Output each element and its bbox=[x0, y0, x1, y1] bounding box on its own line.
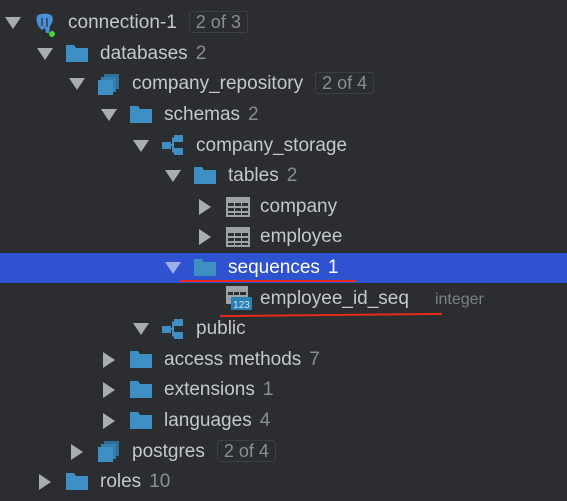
tree-node-employee-id-seq[interactable]: 123 employee_id_seq integer bbox=[0, 283, 567, 314]
tree-node-company-storage[interactable]: company_storage bbox=[0, 130, 567, 161]
tree-node-label: company_repository 2 of 4 bbox=[132, 72, 375, 95]
node-name: company_storage bbox=[196, 134, 348, 156]
expand-arrow-down-icon[interactable] bbox=[165, 262, 181, 275]
expand-arrow-right-icon[interactable] bbox=[199, 198, 211, 215]
tree-node-label: public bbox=[196, 318, 246, 340]
database-icon bbox=[98, 441, 120, 463]
folder-icon bbox=[66, 44, 88, 64]
tree-node-label: databases 2 bbox=[100, 43, 206, 65]
expand-arrow-right-icon[interactable] bbox=[103, 382, 115, 399]
expand-arrow-right-icon[interactable] bbox=[71, 443, 83, 460]
node-name: schemas bbox=[164, 104, 241, 126]
tree-node-label: employee bbox=[260, 226, 342, 248]
schema-icon bbox=[162, 318, 184, 339]
child-count: 1 bbox=[327, 257, 339, 279]
schema-count-badge[interactable]: 2 of 4 bbox=[216, 439, 276, 462]
schema-count-badge[interactable]: 2 of 4 bbox=[315, 72, 375, 95]
expand-arrow-down-icon[interactable] bbox=[133, 323, 149, 336]
schema-count-badge[interactable]: 2 of 3 bbox=[188, 11, 248, 34]
folder-icon bbox=[130, 105, 152, 125]
expand-arrow-right-icon[interactable] bbox=[199, 229, 211, 246]
annotation-underline-sequences bbox=[180, 280, 356, 282]
folder-icon bbox=[194, 258, 216, 278]
table-icon bbox=[226, 227, 250, 248]
schema-icon bbox=[162, 135, 184, 156]
database-icon bbox=[98, 74, 120, 96]
tree-node-company-repository[interactable]: company_repository 2 of 4 bbox=[0, 69, 567, 100]
tree-node-label: schemas 2 bbox=[164, 104, 259, 126]
tree-node-schemas[interactable]: schemas 2 bbox=[0, 100, 567, 131]
tree-node-label: connection-1 2 of 3 bbox=[68, 11, 248, 34]
child-count: 1 bbox=[262, 379, 274, 401]
tree-node-label: extensions 1 bbox=[164, 379, 273, 401]
node-name: roles bbox=[100, 471, 142, 493]
expand-arrow-down-icon[interactable] bbox=[165, 170, 181, 183]
tree-node-postgres[interactable]: postgres 2 of 4 bbox=[0, 436, 567, 467]
child-count: 2 bbox=[248, 104, 259, 126]
node-name: employee bbox=[260, 226, 343, 248]
node-name: connection-1 bbox=[68, 12, 177, 34]
tree-node-extensions[interactable]: extensions 1 bbox=[0, 375, 567, 406]
node-name: employee_id_seq bbox=[260, 287, 409, 309]
tree-node-label: tables 2 bbox=[228, 165, 297, 187]
expand-arrow-down-icon[interactable] bbox=[133, 139, 149, 152]
svg-text:123: 123 bbox=[233, 300, 250, 310]
child-count: 2 bbox=[195, 42, 207, 64]
tree-node-databases[interactable]: databases 2 bbox=[0, 39, 567, 70]
tree-node-company[interactable]: company bbox=[0, 192, 567, 223]
database-explorer-tree: connection-1 2 of 3 databases 2 company_repo… bbox=[0, 8, 567, 498]
tree-node-label: roles 10 bbox=[100, 471, 170, 493]
tree-node-roles[interactable]: roles 10 bbox=[0, 467, 567, 498]
expand-arrow-down-icon[interactable] bbox=[69, 78, 85, 91]
tree-node-label: company bbox=[260, 196, 337, 218]
node-name: public bbox=[196, 318, 246, 340]
folder-icon bbox=[130, 350, 152, 370]
expand-arrow-down-icon[interactable] bbox=[37, 47, 53, 60]
sequence-icon: 123 bbox=[226, 286, 252, 311]
sequence-type: integer bbox=[434, 290, 484, 308]
tree-node-label: postgres 2 of 4 bbox=[132, 439, 276, 463]
folder-icon bbox=[194, 166, 216, 186]
node-name: company_repository bbox=[132, 73, 304, 95]
node-name: access methods bbox=[164, 348, 302, 370]
expand-arrow-down-icon[interactable] bbox=[101, 109, 117, 122]
child-count: 4 bbox=[259, 410, 271, 432]
expand-arrow-down-icon[interactable] bbox=[5, 17, 21, 30]
tree-node-sequences[interactable]: sequences 1 bbox=[0, 252, 567, 284]
expand-arrow-right-icon[interactable] bbox=[39, 474, 51, 491]
tree-node-connection-1[interactable]: connection-1 2 of 3 bbox=[0, 8, 567, 39]
postgres-connection-icon bbox=[34, 13, 56, 37]
node-name: sequences bbox=[228, 257, 320, 279]
tree-node-languages[interactable]: languages 4 bbox=[0, 406, 567, 437]
tree-node-employee[interactable]: employee bbox=[0, 222, 567, 253]
folder-icon bbox=[130, 411, 152, 431]
folder-icon bbox=[130, 380, 152, 400]
tree-node-label: company_storage bbox=[196, 135, 347, 157]
tree-node-tables[interactable]: tables 2 bbox=[0, 161, 567, 192]
tree-node-label: sequences 1 bbox=[228, 257, 338, 279]
tree-node-label: access methods 7 bbox=[164, 349, 320, 371]
child-count: 2 bbox=[286, 165, 298, 187]
expand-arrow-right-icon[interactable] bbox=[103, 351, 115, 368]
node-name: languages bbox=[164, 410, 252, 432]
child-count: 7 bbox=[309, 348, 320, 370]
node-name: databases bbox=[100, 42, 188, 64]
folder-icon bbox=[66, 472, 88, 492]
table-icon bbox=[226, 196, 250, 217]
node-name: extensions bbox=[164, 379, 255, 401]
node-name: postgres bbox=[132, 440, 205, 462]
node-name: tables bbox=[228, 165, 279, 187]
tree-node-access-methods[interactable]: access methods 7 bbox=[0, 345, 567, 376]
expand-arrow-right-icon[interactable] bbox=[103, 413, 115, 430]
child-count: 10 bbox=[149, 471, 171, 493]
tree-node-public[interactable]: public bbox=[0, 314, 567, 345]
tree-node-label: employee_id_seq integer bbox=[260, 288, 484, 310]
node-name: company bbox=[260, 195, 338, 217]
tree-node-label: languages 4 bbox=[164, 410, 270, 432]
